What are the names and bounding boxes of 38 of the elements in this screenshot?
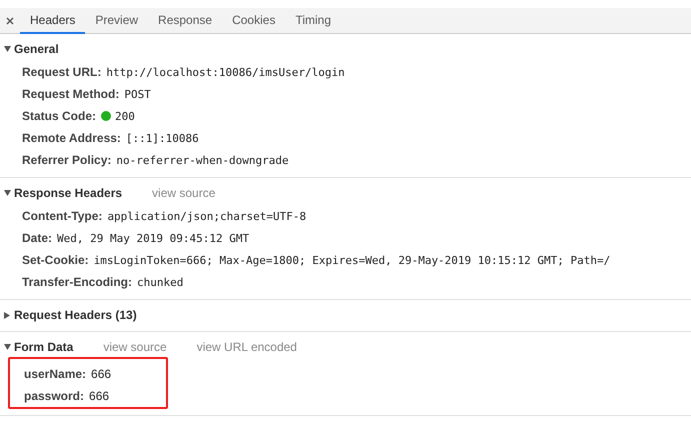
tab[interactable]: Response — [148, 8, 222, 34]
header-value: [::1]:10086 — [126, 132, 199, 144]
header-value: application/json;charset=UTF-8 — [107, 210, 306, 222]
header-value: 666 — [89, 389, 110, 403]
header-name: Referrer Policy: — [22, 153, 112, 167]
header-value: no-referrer-when-downgrade — [116, 154, 289, 166]
header-name: password: — [24, 389, 84, 403]
header-value: 666 — [91, 367, 112, 381]
view-link[interactable]: view source — [103, 340, 167, 354]
view-link[interactable]: view URL encoded — [196, 340, 297, 354]
header-value: imsLoginToken=666; Max-Age=1800; Expires=Wed, 29-May-2019 10:15:12 GMT; Path=/ — [94, 254, 610, 266]
header-value: Wed, 29 May 2019 09:45:12 GMT — [57, 232, 250, 244]
tab[interactable]: Timing — [285, 8, 342, 34]
tab[interactable]: Headers — [20, 8, 86, 34]
expanded-triangle-icon[interactable] — [4, 344, 12, 350]
header-name: Transfer-Encoding: — [22, 275, 132, 289]
header-value: 200 — [115, 110, 135, 122]
header-name: Remote Address: — [22, 131, 121, 145]
header-value: chunked — [137, 276, 184, 288]
expanded-triangle-icon[interactable] — [4, 46, 12, 52]
header-name: userName: — [24, 367, 86, 381]
header-name: Request URL: — [22, 65, 102, 79]
header-value: http://localhost:10086/imsUser/login — [106, 66, 345, 78]
header-value: POST — [124, 88, 151, 100]
view-link[interactable]: view source — [152, 186, 216, 200]
tab[interactable]: Preview — [85, 8, 148, 34]
section-title[interactable]: Request Headers (13) — [14, 308, 137, 322]
tab[interactable]: Cookies — [222, 8, 286, 34]
header-name: Date: — [22, 231, 52, 245]
expanded-triangle-icon[interactable] — [4, 190, 12, 196]
section-title[interactable]: Response Headers — [14, 186, 122, 200]
header-name: Set-Cookie: — [22, 253, 89, 267]
section-title[interactable]: Form Data — [14, 340, 74, 354]
header-name: Request Method: — [22, 87, 120, 101]
collapsed-triangle-icon[interactable] — [4, 312, 12, 318]
header-name: Content-Type: — [22, 209, 102, 223]
section-title[interactable]: General — [14, 42, 59, 56]
header-name: Status Code: — [22, 109, 96, 123]
